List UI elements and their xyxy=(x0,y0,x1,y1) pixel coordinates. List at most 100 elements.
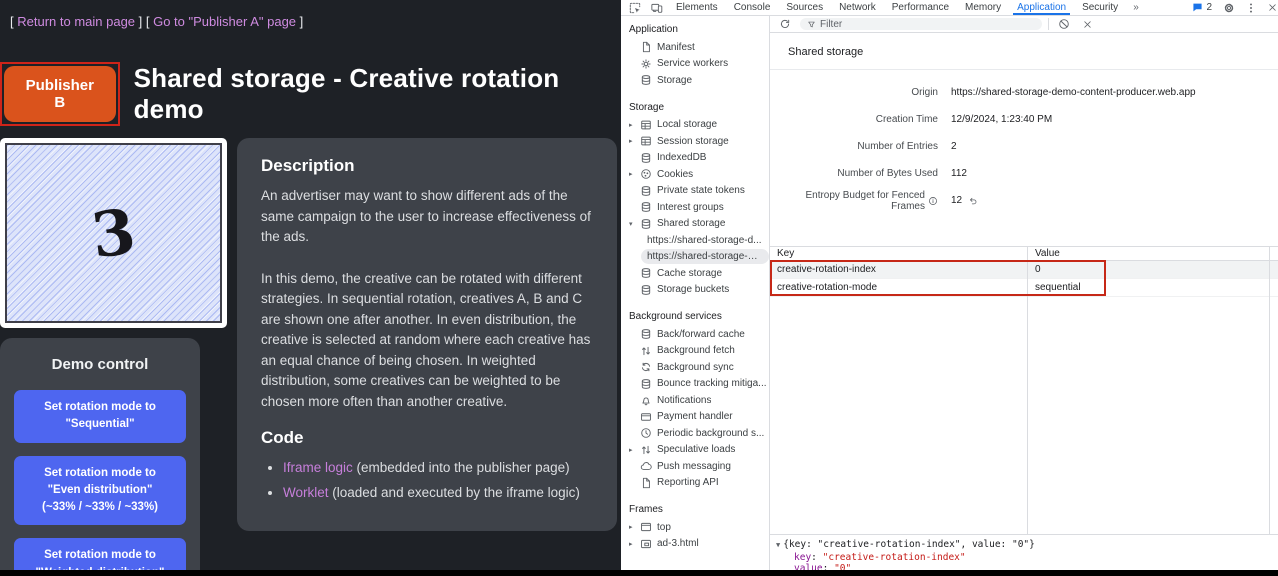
disclosure-right-icon[interactable]: ▸ xyxy=(629,523,639,531)
code-link-iframe-logic[interactable]: Iframe logic xyxy=(283,460,353,475)
application-sidebar: ApplicationManifestService workersStorag… xyxy=(621,16,770,570)
sidebar-item-background-sync[interactable]: Background sync xyxy=(621,359,769,376)
sidebar-item-bounce-tracking-mitiga[interactable]: Bounce tracking mitiga... xyxy=(621,376,769,393)
screenshot-root: [ Return to main page ] [ Go to "Publish… xyxy=(0,0,1278,576)
sidebar-item-label: Reporting API xyxy=(657,477,719,488)
disclosure-right-icon[interactable]: ▸ xyxy=(629,121,639,129)
sidebar-item-ad-3-html[interactable]: ▸ad-3.html xyxy=(621,536,769,553)
sidebar-item-label: Storage buckets xyxy=(657,284,729,295)
table-row-creative-rotation-index[interactable]: creative-rotation-index0 xyxy=(770,261,1278,279)
sidebar-item-service-workers[interactable]: Service workers xyxy=(621,56,769,73)
rotation-mode-button-weighted-distribution[interactable]: Set rotation mode to"Weighted distributi… xyxy=(14,538,186,570)
database-icon xyxy=(639,267,652,279)
more-options-icon[interactable] xyxy=(1240,2,1262,14)
value-cell: sequential xyxy=(1027,282,1081,293)
sidebar-item-reporting-api[interactable]: Reporting API xyxy=(621,475,769,492)
code-link-description: (embedded into the publisher page) xyxy=(353,460,570,475)
sidebar-item-private-state-tokens[interactable]: Private state tokens xyxy=(621,183,769,200)
rotation-mode-button-even-distribution[interactable]: Set rotation mode to"Even distribution"(… xyxy=(14,456,186,526)
settings-gear-icon[interactable] xyxy=(1218,2,1240,14)
rotation-mode-button-sequential[interactable]: Set rotation mode to"Sequential" xyxy=(14,390,186,443)
sidebar-item-notifications[interactable]: Notifications xyxy=(621,392,769,409)
tab-performance[interactable]: Performance xyxy=(884,0,957,15)
sidebar-section-header: Frames xyxy=(621,500,769,519)
column-divider[interactable] xyxy=(1027,247,1028,534)
cookie-icon xyxy=(639,168,652,180)
tab-elements[interactable]: Elements xyxy=(668,0,726,15)
tab-application[interactable]: Application xyxy=(1009,0,1074,15)
sidebar-item-manifest[interactable]: Manifest xyxy=(621,39,769,56)
database-icon xyxy=(639,218,652,230)
inspect-element-icon[interactable] xyxy=(624,2,646,14)
sidebar-item-label: Interest groups xyxy=(657,202,724,213)
sidebar-item-https-shared-storage-d[interactable]: https://shared-storage-d... xyxy=(621,232,769,249)
refresh-icon[interactable] xyxy=(776,18,794,30)
clear-all-icon[interactable] xyxy=(1055,18,1073,30)
key-cell: creative-rotation-index xyxy=(770,264,1027,275)
sidebar-item-background-fetch[interactable]: Background fetch xyxy=(621,343,769,360)
metadata-row-number-of-entries: Number of Entries2 xyxy=(770,133,1278,160)
close-devtools-icon[interactable] xyxy=(1262,2,1278,13)
issues-count: 2 xyxy=(1206,2,1212,13)
sidebar-item-periodic-background-s[interactable]: Periodic background s... xyxy=(621,425,769,442)
delete-selected-icon[interactable] xyxy=(1079,19,1096,30)
table-row-creative-rotation-mode[interactable]: creative-rotation-modesequential xyxy=(770,279,1278,297)
cloud-icon xyxy=(639,460,652,472)
sidebar-item-session-storage[interactable]: ▸Session storage xyxy=(621,133,769,150)
code-link-list: Iframe logic (embedded into the publishe… xyxy=(261,458,593,504)
filter-input[interactable]: Filter xyxy=(800,18,1042,30)
sidebar-item-https-shared-storage-d[interactable]: https://shared-storage-d... xyxy=(621,249,769,266)
tab-security[interactable]: Security xyxy=(1074,0,1126,15)
reset-budget-icon[interactable] xyxy=(968,196,978,206)
sidebar-item-interest-groups[interactable]: Interest groups xyxy=(621,199,769,216)
sidebar-item-label: Cookies xyxy=(657,169,693,180)
info-icon[interactable] xyxy=(928,196,938,206)
sidebar-item-indexeddb[interactable]: IndexedDB xyxy=(621,150,769,167)
sidebar-item-local-storage[interactable]: ▸Local storage xyxy=(621,117,769,134)
disclosure-right-icon[interactable]: ▸ xyxy=(629,540,639,548)
sidebar-item-push-messaging[interactable]: Push messaging xyxy=(621,458,769,475)
code-link-worklet[interactable]: Worklet xyxy=(283,485,329,500)
tab-console[interactable]: Console xyxy=(726,0,779,15)
sidebar-item-top[interactable]: ▸top xyxy=(621,519,769,536)
sidebar-item-cache-storage[interactable]: Cache storage xyxy=(621,265,769,282)
nav-link-return-to-main-page[interactable]: Return to main page xyxy=(17,14,135,29)
disclosure-right-icon[interactable]: ▸ xyxy=(629,137,639,145)
top-nav: [ Return to main page ] [ Go to "Publish… xyxy=(10,14,621,29)
sidebar-section-header: Storage xyxy=(621,98,769,117)
tab-network[interactable]: Network xyxy=(831,0,884,15)
tab-memory[interactable]: Memory xyxy=(957,0,1009,15)
sidebar-item-cookies[interactable]: ▸ Cookies xyxy=(621,166,769,183)
metadata-label: Number of Bytes Used xyxy=(770,168,938,179)
database-icon xyxy=(639,74,652,86)
sidebar-item-back-forward-cache[interactable]: Back/forward cache xyxy=(621,326,769,343)
key-column-header[interactable]: Key xyxy=(770,248,1027,259)
sidebar-item-label: Storage xyxy=(657,75,692,86)
nav-link-go-to-publisher-a-page[interactable]: Go to "Publisher A" page xyxy=(153,14,296,29)
sidebar-item-shared-storage[interactable]: ▾ Shared storage xyxy=(621,216,769,233)
more-tabs-icon[interactable]: » xyxy=(1126,2,1146,13)
metadata-label: Creation Time xyxy=(770,114,938,125)
disclosure-down-icon[interactable]: ▾ xyxy=(629,220,639,228)
sidebar-item-label: Notifications xyxy=(657,395,711,406)
sidebar-item-storage[interactable]: Storage xyxy=(621,72,769,89)
sidebar-item-label: Back/forward cache xyxy=(657,329,745,340)
sidebar-item-storage-buckets[interactable]: Storage buckets xyxy=(621,282,769,299)
tab-strip: ElementsConsoleSourcesNetworkPerformance… xyxy=(668,0,1126,15)
sidebar-item-label: Shared storage xyxy=(657,218,725,229)
sidebar-item-payment-handler[interactable]: Payment handler xyxy=(621,409,769,426)
tab-sources[interactable]: Sources xyxy=(778,0,831,15)
issues-button[interactable]: 2 xyxy=(1186,2,1218,13)
demo-control-card: Demo control Set rotation mode to"Sequen… xyxy=(0,338,200,570)
device-toolbar-icon[interactable] xyxy=(646,2,668,14)
expand-triangle-icon[interactable]: ▼ xyxy=(776,541,780,549)
sidebar-item-label: Speculative loads xyxy=(657,444,735,455)
publisher-b-badge[interactable]: Publisher B xyxy=(4,66,116,122)
publisher-page: [ Return to main page ] [ Go to "Publish… xyxy=(0,0,621,570)
column-divider-right xyxy=(1269,247,1270,534)
disclosure-right-icon[interactable]: ▸ xyxy=(629,446,639,454)
sidebar-item-speculative-loads[interactable]: ▸ Speculative loads xyxy=(621,442,769,459)
demo-control-title: Demo control xyxy=(14,356,186,373)
disclosure-right-icon[interactable]: ▸ xyxy=(629,170,639,178)
value-column-header[interactable]: Value xyxy=(1027,248,1060,259)
